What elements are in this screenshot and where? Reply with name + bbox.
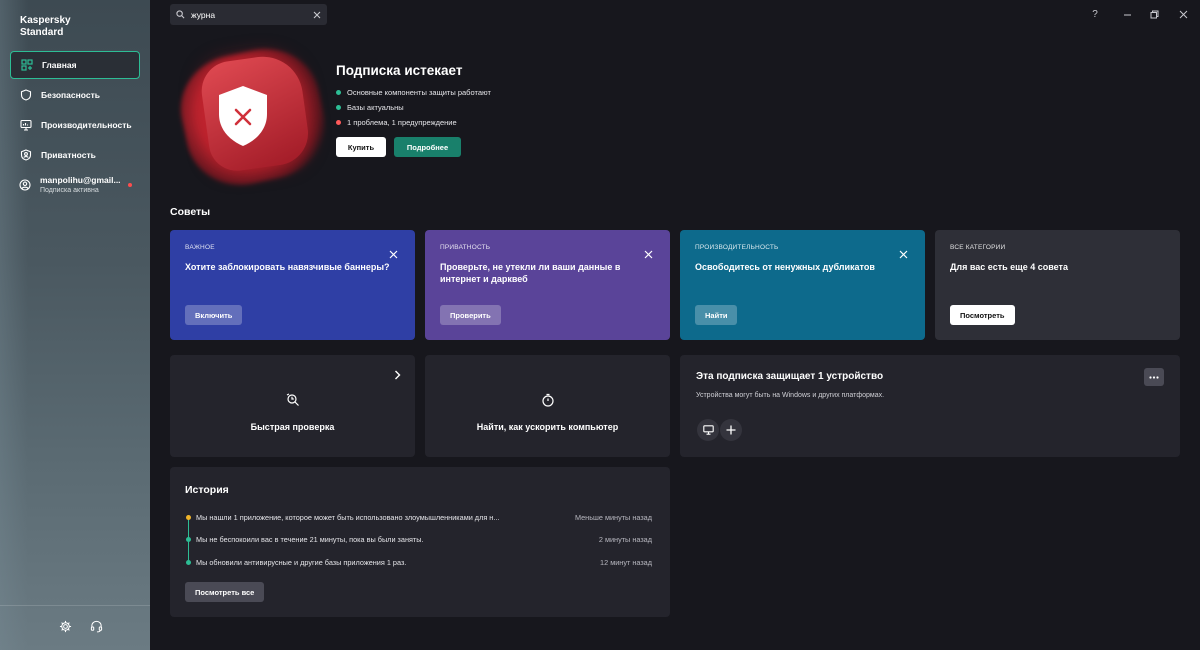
history-message: Мы обновили антивирусные и другие базы п… (196, 557, 407, 567)
tip-card-banners: ВАЖНОЕ Хотите заблокировать навязчивые б… (170, 230, 415, 340)
clear-search-icon[interactable] (313, 6, 321, 24)
quick-scan-card[interactable]: Быстрая проверка (170, 355, 415, 457)
details-button[interactable]: Подробнее (394, 137, 461, 157)
sidebar: Kaspersky Standard Главная Безопасность … (0, 0, 150, 650)
protection-status-title: Подписка истекает (336, 63, 463, 78)
search-icon (176, 6, 185, 24)
close-icon[interactable] (644, 246, 654, 259)
status-text: 1 проблема, 1 предупреждение (347, 118, 457, 127)
status-dot (336, 120, 341, 125)
status-item: 1 проблема, 1 предупреждение (336, 115, 491, 130)
computer-icon[interactable] (697, 419, 719, 441)
shield-alert-icon (217, 84, 269, 148)
history-row[interactable]: Мы обновили антивирусные и другие базы п… (185, 551, 652, 574)
sidebar-nav: Главная Безопасность Производительность … (10, 51, 140, 171)
tip-category: ПРИВАТНОСТЬ (440, 244, 491, 251)
history-row[interactable]: Мы не беспокоили вас в течение 21 минуты… (185, 529, 652, 552)
account-item[interactable]: manpolihu@gmail... Подписка активна (19, 175, 139, 196)
sidebar-item-label: Главная (42, 60, 77, 70)
history-dot (186, 514, 191, 520)
sidebar-item-privacy[interactable]: Приватность (10, 141, 140, 169)
status-item: Основные компоненты защиты работают (336, 85, 491, 100)
sidebar-item-home[interactable]: Главная (10, 51, 140, 79)
view-tips-button[interactable]: Посмотреть (950, 305, 1015, 325)
gear-icon[interactable] (59, 620, 73, 634)
more-options-button[interactable] (1144, 368, 1164, 386)
close-icon[interactable] (1177, 8, 1189, 20)
tip-category: ВСЕ КАТЕГОРИИ (950, 244, 1006, 251)
check-button[interactable]: Проверить (440, 305, 501, 325)
quick-scan-label: Быстрая проверка (250, 421, 335, 432)
history-list: Мы нашли 1 приложение, которое может быт… (185, 506, 652, 574)
subscription-title: Эта подписка защищает 1 устройство (696, 371, 884, 382)
monitor-icon (19, 118, 33, 132)
status-list: Основные компоненты защиты работают Базы… (336, 85, 491, 130)
scan-icon (286, 392, 300, 412)
app-brand: Kaspersky Standard (20, 15, 71, 39)
history-dot (186, 537, 191, 543)
tip-text: Проверьте, не утекли ли ваши данные в ин… (440, 262, 621, 284)
search-input[interactable]: журна (191, 10, 313, 20)
tip-card-performance: ПРОИЗВОДИТЕЛЬНОСТЬ Освободитесь от ненуж… (680, 230, 925, 340)
sidebar-item-label: Безопасность (41, 90, 100, 100)
tip-text: Освободитесь от ненужных дубликатов (695, 262, 875, 272)
history-time: 12 минут назад (600, 557, 652, 567)
history-card: История Мы нашли 1 приложение, которое м… (170, 467, 670, 617)
history-message: Мы не беспокоили вас в течение 21 минуты… (196, 535, 424, 545)
speed-up-label: Найти, как ускорить компьютер (476, 421, 619, 432)
history-row[interactable]: Мы нашли 1 приложение, которое может быт… (185, 506, 652, 529)
account-status: Подписка активна (40, 187, 99, 194)
sidebar-item-security[interactable]: Безопасность (10, 81, 140, 109)
sidebar-item-label: Приватность (41, 150, 96, 160)
close-icon[interactable] (899, 246, 909, 259)
privacy-icon (19, 148, 33, 162)
subscription-card: Эта подписка защищает 1 устройство Устро… (680, 355, 1180, 457)
history-time: 2 минуты назад (598, 535, 652, 545)
view-all-history-button[interactable]: Посмотреть все (185, 582, 265, 602)
tip-category: ПРОИЗВОДИТЕЛЬНОСТЬ (695, 244, 779, 251)
history-title: История (185, 484, 229, 496)
sidebar-item-label: Производительность (41, 120, 132, 130)
user-icon (19, 178, 33, 192)
search-field[interactable]: журна (170, 4, 327, 25)
tips-title: Советы (170, 206, 211, 218)
account-email: manpolihu@gmail... (40, 175, 121, 185)
status-item: Базы актуальны (336, 100, 491, 115)
brand-name: Kaspersky (20, 15, 71, 26)
minimize-icon[interactable] (1121, 8, 1133, 20)
brand-edition: Standard (20, 27, 64, 38)
add-device-icon[interactable] (720, 419, 742, 441)
help-button[interactable]: ? (1089, 8, 1101, 20)
headset-icon[interactable] (90, 620, 104, 634)
enable-button[interactable]: Включить (185, 305, 243, 325)
history-dot (186, 559, 191, 565)
home-icon (20, 58, 34, 72)
notification-dot (128, 183, 132, 187)
buy-button[interactable]: Купить (336, 137, 386, 157)
history-time: Меньше минуты назад (574, 512, 652, 522)
status-dot (336, 105, 341, 110)
shield-icon (19, 88, 33, 102)
tip-text: Хотите заблокировать навязчивые баннеры? (185, 262, 390, 272)
tip-card-privacy: ПРИВАТНОСТЬ Проверьте, не утекли ли ваши… (425, 230, 670, 340)
status-text: Основные компоненты защиты работают (347, 88, 491, 97)
speed-up-card[interactable]: Найти, как ускорить компьютер (425, 355, 670, 457)
stopwatch-icon (541, 393, 555, 412)
tip-text: Для вас есть еще 4 совета (950, 262, 1068, 272)
sidebar-item-performance[interactable]: Производительность (10, 111, 140, 139)
subscription-desc: Устройства могут быть на Windows и други… (696, 392, 885, 399)
tip-card-all: ВСЕ КАТЕГОРИИ Для вас есть еще 4 совета … (935, 230, 1180, 340)
sidebar-divider (0, 605, 150, 606)
find-button[interactable]: Найти (695, 305, 738, 325)
status-text: Базы актуальны (347, 103, 404, 112)
close-icon[interactable] (389, 246, 399, 259)
restore-icon[interactable] (1148, 8, 1160, 20)
history-message: Мы нашли 1 приложение, которое может быт… (196, 512, 500, 522)
chevron-right-icon (394, 367, 401, 385)
status-dot (336, 90, 341, 95)
tip-category: ВАЖНОЕ (185, 244, 215, 251)
